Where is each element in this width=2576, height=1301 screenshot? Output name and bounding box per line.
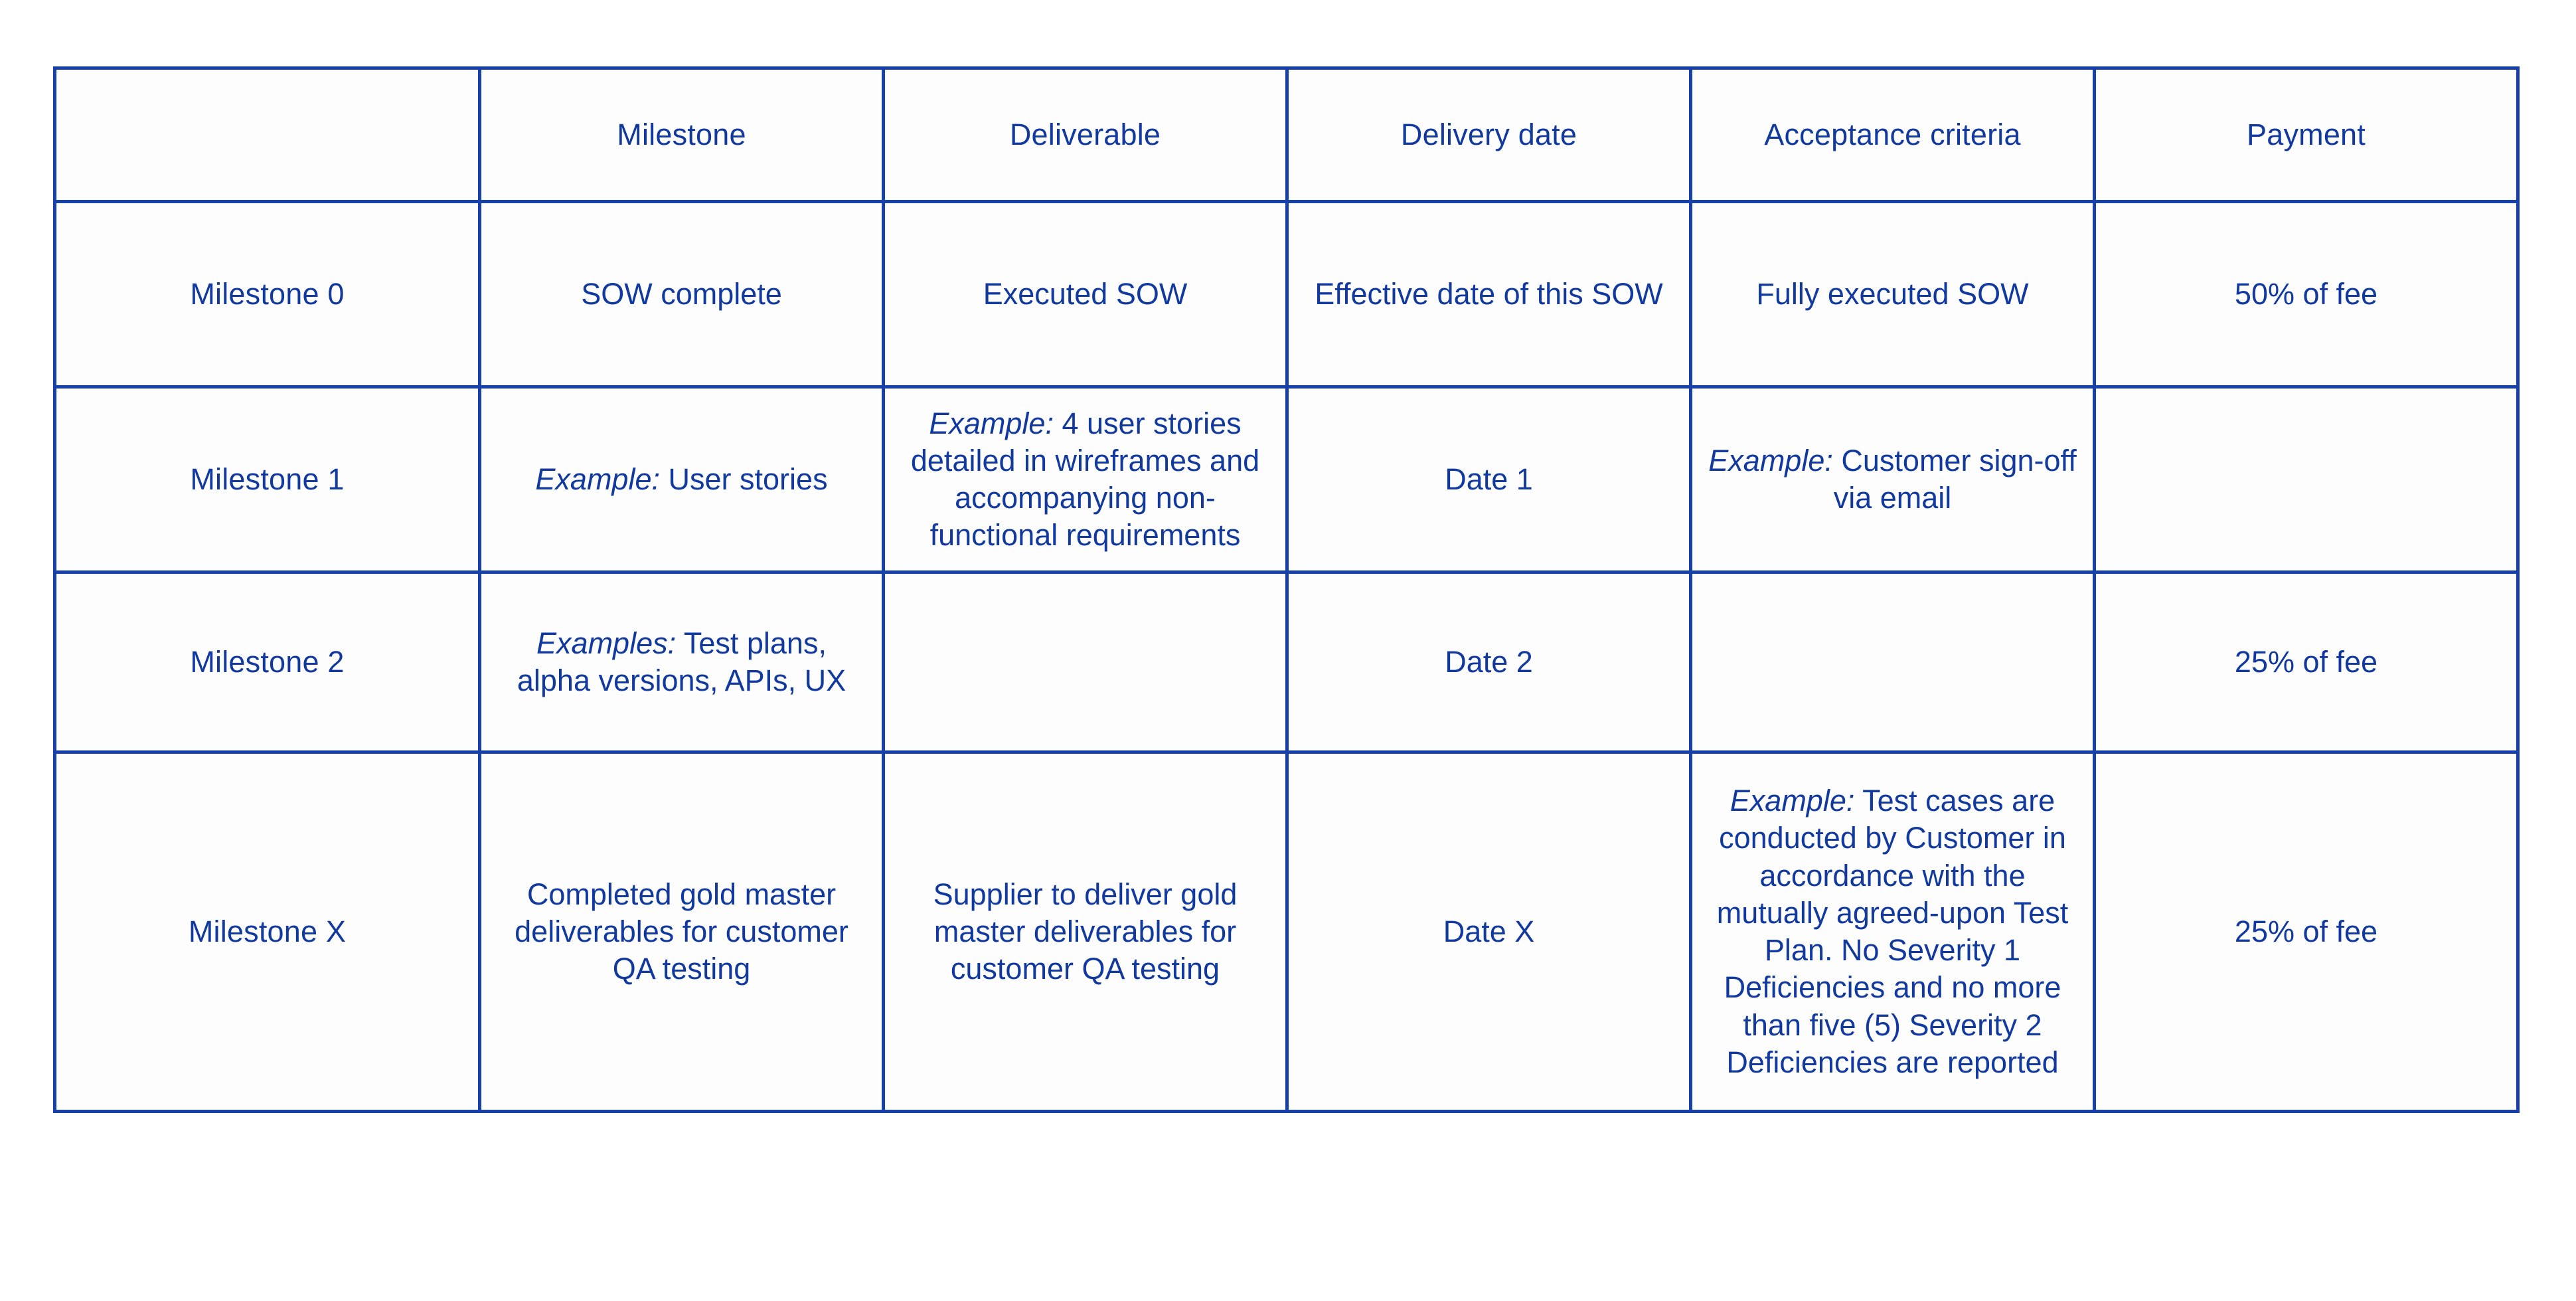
table-row: Milestone 0 SOW complete Executed SOW Ef…	[53, 200, 2520, 389]
cell-milestone-1-payment	[2093, 385, 2520, 574]
row-label-milestone-2: Milestone 2	[53, 570, 481, 754]
header-acceptance-criteria: Acceptance criteria	[1689, 66, 2096, 203]
header-delivery-date: Delivery date	[1285, 66, 1692, 203]
cell-text: Fully executed SOW	[1756, 276, 2029, 311]
cell-text: 25% of fee	[2234, 644, 2378, 679]
example-prefix: Example:	[929, 406, 1054, 440]
cell-text: User stories	[668, 462, 828, 496]
row-label-milestone-1: Milestone 1	[53, 385, 481, 574]
cell-milestone-1-deliverable: Example: 4 user stories detailed in wire…	[882, 385, 1289, 574]
cell-milestone-0-payment: 50% of fee	[2093, 200, 2520, 389]
cell-milestone-1-milestone: Example: User stories	[478, 385, 885, 574]
milestone-schedule-table: Milestone Deliverable Delivery date Acce…	[53, 66, 2520, 1113]
table-row: Milestone 2 Examples: Test plans, alpha …	[53, 570, 2520, 754]
cell-text: Test cases are conducted by Customer in …	[1716, 784, 2069, 1079]
cell-milestone-x-payment: 25% of fee	[2093, 750, 2520, 1113]
table-header: Milestone Deliverable Delivery date Acce…	[53, 66, 2520, 203]
cell-milestone-0-milestone: SOW complete	[478, 200, 885, 389]
cell-milestone-1-acceptance-criteria: Example: Customer sign-off via email	[1689, 385, 2096, 574]
cell-text: SOW complete	[581, 276, 782, 311]
row-label-milestone-x: Milestone X	[53, 750, 481, 1113]
example-prefix: Example:	[535, 462, 660, 496]
cell-milestone-2-delivery-date: Date 2	[1285, 570, 1692, 754]
row-label-milestone-0: Milestone 0	[53, 200, 481, 389]
cell-milestone-2-payment: 25% of fee	[2093, 570, 2520, 754]
cell-text: Customer sign-off via email	[1833, 443, 2077, 515]
table-row: Milestone 1 Example: User stories Exampl…	[53, 385, 2520, 574]
example-prefix: Examples:	[536, 626, 677, 660]
cell-milestone-x-deliverable: Supplier to deliver gold master delivera…	[882, 750, 1289, 1113]
table-row: Milestone X Completed gold master delive…	[53, 750, 2520, 1113]
milestone-table-container: Milestone Deliverable Delivery date Acce…	[53, 66, 2520, 1113]
cell-milestone-2-milestone: Examples: Test plans, alpha versions, AP…	[478, 570, 885, 754]
cell-milestone-1-delivery-date: Date 1	[1285, 385, 1692, 574]
cell-text: Supplier to deliver gold master delivera…	[933, 877, 1238, 986]
cell-milestone-x-delivery-date: Date X	[1285, 750, 1692, 1113]
cell-milestone-2-deliverable	[882, 570, 1289, 754]
cell-milestone-0-acceptance-criteria: Fully executed SOW	[1689, 200, 2096, 389]
cell-text: Effective date of this SOW	[1315, 276, 1663, 311]
cell-text: Completed gold master deliverables for c…	[515, 877, 848, 986]
example-prefix: Example:	[1708, 443, 1833, 477]
cell-milestone-x-milestone: Completed gold master deliverables for c…	[478, 750, 885, 1113]
page-root: Milestone Deliverable Delivery date Acce…	[0, 0, 2576, 1301]
cell-text: Date X	[1443, 914, 1535, 948]
cell-text: 50% of fee	[2234, 276, 2378, 311]
cell-milestone-2-acceptance-criteria	[1689, 570, 2096, 754]
table-body: Milestone 0 SOW complete Executed SOW Ef…	[53, 200, 2520, 1113]
header-row: Milestone Deliverable Delivery date Acce…	[53, 66, 2520, 203]
header-milestone: Milestone	[478, 66, 885, 203]
header-corner-empty	[53, 66, 481, 203]
cell-text: 25% of fee	[2234, 914, 2378, 948]
header-payment: Payment	[2093, 66, 2520, 203]
cell-text: Executed SOW	[983, 276, 1188, 311]
cell-milestone-x-acceptance-criteria: Example: Test cases are conducted by Cus…	[1689, 750, 2096, 1113]
cell-text: Date 2	[1445, 644, 1533, 679]
cell-milestone-0-delivery-date: Effective date of this SOW	[1285, 200, 1692, 389]
cell-milestone-0-deliverable: Executed SOW	[882, 200, 1289, 389]
cell-text: Date 1	[1445, 462, 1533, 496]
header-deliverable: Deliverable	[882, 66, 1289, 203]
example-prefix: Example:	[1730, 784, 1855, 818]
